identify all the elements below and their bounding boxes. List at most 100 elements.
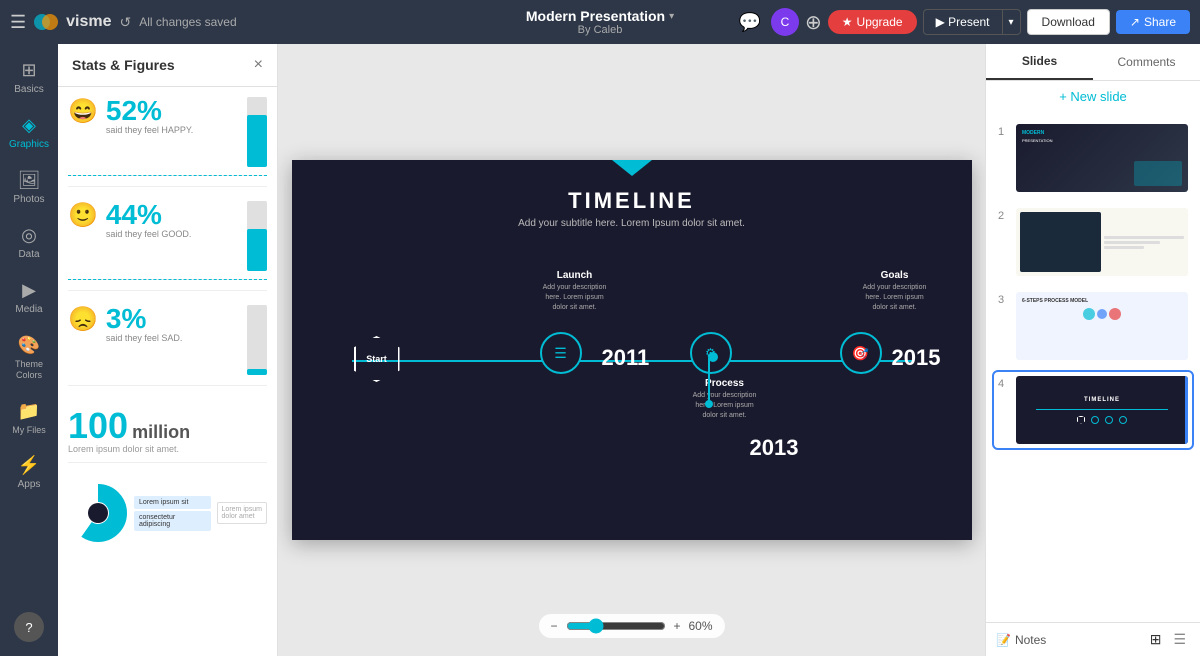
goals-label: Goals xyxy=(860,270,930,281)
slide-canvas[interactable]: TIMELINE Add your subtitle here. Lorem I… xyxy=(292,160,972,540)
stat-good-bar xyxy=(247,201,267,271)
stat-item-pie[interactable]: Lorem ipsum sit consectetur adipiscing L… xyxy=(68,477,267,549)
panel-close-button[interactable]: × xyxy=(254,56,263,74)
data-icon: ◎ xyxy=(21,225,37,246)
sidebar-left: ⊞ Basics ◈ Graphics 🖼 Photos ◎ Data ▶ Me… xyxy=(0,44,58,656)
add-collaborator-button[interactable]: ⊕ xyxy=(805,10,822,35)
comment-button[interactable]: 💬 xyxy=(735,8,765,37)
process-desc: Add your description here. Lorem ipsum d… xyxy=(690,391,760,420)
present-button[interactable]: ▶ Present xyxy=(923,9,1003,35)
slide-1-preview[interactable]: MODERN PRESENTATION xyxy=(1016,124,1188,192)
tab-slides[interactable]: Slides xyxy=(986,44,1093,80)
topbar-right: 💬 C ⊕ ★ Upgrade ▶ Present ▾ Download ↗ S… xyxy=(682,8,1190,37)
media-icon: ▶ xyxy=(22,280,36,301)
topbar-left: ☰ visme ↺ All changes saved xyxy=(10,12,518,33)
present-dropdown-button[interactable]: ▾ xyxy=(1003,9,1021,35)
slide-2-preview[interactable] xyxy=(1016,208,1188,276)
graphics-icon: ◈ xyxy=(22,115,36,136)
launch-node-circle[interactable]: ☰ xyxy=(540,332,582,374)
stat-happy-icon: 😄 xyxy=(68,97,98,126)
slide-2-number: 2 xyxy=(998,210,1010,222)
sidebar-item-basics[interactable]: ⊞ Basics xyxy=(3,52,55,103)
sidebar-item-data[interactable]: ◎ Data xyxy=(3,217,55,268)
stat-100m-unit: million xyxy=(132,422,190,443)
stat-sad-icon: 😞 xyxy=(68,305,98,334)
sidebar-item-theme-colors-label: Theme Colors xyxy=(7,359,51,381)
sidebar-item-graphics-label: Graphics xyxy=(9,139,49,150)
sidebar-item-help[interactable]: ? xyxy=(14,612,44,642)
title-dropdown-icon[interactable]: ▾ xyxy=(669,11,674,22)
sidebar-item-graphics[interactable]: ◈ Graphics xyxy=(3,107,55,158)
slide-4-number: 4 xyxy=(998,378,1010,390)
slide-thumb-1[interactable]: 1 MODERN PRESENTATION xyxy=(994,120,1192,196)
stat-100m-number: 100 xyxy=(68,408,128,444)
stat-item-good[interactable]: 🙂 44% said they feel GOOD. xyxy=(68,201,267,291)
my-files-icon: 📁 xyxy=(18,401,40,422)
share-label: Share xyxy=(1144,15,1176,29)
stat-good-bar-fill xyxy=(247,229,267,271)
start-node[interactable]: Start xyxy=(354,336,400,382)
zoom-bar: − + 60% xyxy=(538,614,724,638)
goals-label-area: Goals Add your description here. Lorem i… xyxy=(860,270,930,312)
stat-item-happy[interactable]: 😄 52% said they feel HAPPY. xyxy=(68,97,267,187)
download-button[interactable]: Download xyxy=(1027,9,1110,35)
launch-label-area: Launch Add your description here. Lorem … xyxy=(540,270,610,312)
notes-label: Notes xyxy=(1015,633,1046,647)
stat-sad-bar xyxy=(247,305,267,375)
process-vert-line xyxy=(708,358,710,403)
help-icon: ? xyxy=(25,620,32,635)
zoom-minus-icon[interactable]: − xyxy=(550,619,557,633)
launch-desc: Add your description here. Lorem ipsum d… xyxy=(540,283,610,312)
stat-happy-desc: said they feel HAPPY. xyxy=(106,125,239,135)
slide-title: TIMELINE xyxy=(292,188,972,214)
sidebar-item-theme-colors[interactable]: 🎨 Theme Colors xyxy=(3,327,55,389)
slide-4-preview[interactable]: TIMELINE xyxy=(1016,376,1188,444)
notes-button[interactable]: 📝 Notes xyxy=(996,633,1046,647)
zoom-slider[interactable] xyxy=(565,618,665,634)
stat-sad-desc: said they feel SAD. xyxy=(106,333,239,343)
new-slide-button[interactable]: + New slide xyxy=(986,81,1200,112)
panel-content: 😄 52% said they feel HAPPY. 🙂 44% xyxy=(58,87,277,656)
zoom-plus-icon[interactable]: + xyxy=(673,619,680,633)
upgrade-button[interactable]: ★ Upgrade xyxy=(828,10,917,34)
share-icon: ↗ xyxy=(1130,15,1140,29)
sidebar-item-my-files[interactable]: 📁 My Files xyxy=(3,393,55,443)
goals-year: 2015 xyxy=(892,345,941,371)
slide-thumb-4[interactable]: 4 TIMELINE xyxy=(994,372,1192,448)
saved-status: All changes saved xyxy=(139,15,236,29)
canvas-area[interactable]: TIMELINE Add your subtitle here. Lorem I… xyxy=(278,44,985,656)
sidebar-item-data-label: Data xyxy=(18,249,39,260)
list-view-button[interactable]: ☰ xyxy=(1169,629,1190,650)
logo: visme xyxy=(34,12,111,32)
slides-list: 1 MODERN PRESENTATION 2 xyxy=(986,112,1200,622)
goals-node-circle[interactable]: 🎯 xyxy=(840,332,882,374)
process-bottom-dot xyxy=(705,400,713,408)
grid-view-button[interactable]: ⊞ xyxy=(1146,629,1166,650)
theme-colors-icon: 🎨 xyxy=(18,335,40,356)
slide-3-number: 3 xyxy=(998,294,1010,306)
slide-3-preview[interactable]: 6-STEPS PROCESS MODEL xyxy=(1016,292,1188,360)
process-year: 2013 xyxy=(750,435,799,461)
stat-item-100m[interactable]: 100 million Lorem ipsum dolor sit amet. xyxy=(68,400,267,463)
undo-button[interactable]: ↺ xyxy=(120,14,132,31)
upgrade-label: Upgrade xyxy=(857,15,903,29)
avatar[interactable]: C xyxy=(771,8,799,36)
tabs-row: Slides Comments xyxy=(986,44,1200,81)
stat-happy-bar-fill xyxy=(247,115,267,168)
sidebar-item-my-files-label: My Files xyxy=(12,425,46,435)
slide-1-number: 1 xyxy=(998,126,1010,138)
stat-good-percent: 44% xyxy=(106,201,239,229)
stat-item-sad[interactable]: 😞 3% said they feel SAD. xyxy=(68,305,267,386)
pie-label-right: Lorem ipsumdolor amet xyxy=(217,502,267,524)
sidebar-item-media[interactable]: ▶ Media xyxy=(3,272,55,323)
pie-labels: Lorem ipsum sit consectetur adipiscing xyxy=(134,496,211,531)
sidebar-item-apps[interactable]: ⚡ Apps xyxy=(3,447,55,498)
main-area: ⊞ Basics ◈ Graphics 🖼 Photos ◎ Data ▶ Me… xyxy=(0,44,1200,656)
share-button[interactable]: ↗ Share xyxy=(1116,10,1190,34)
slide-thumb-3[interactable]: 3 6-STEPS PROCESS MODEL xyxy=(994,288,1192,364)
menu-button[interactable]: ☰ xyxy=(10,12,26,33)
tab-comments[interactable]: Comments xyxy=(1093,44,1200,80)
sidebar-item-photos[interactable]: 🖼 Photos xyxy=(3,162,55,213)
panel-title: Stats & Figures xyxy=(72,57,175,73)
slide-thumb-2[interactable]: 2 xyxy=(994,204,1192,280)
